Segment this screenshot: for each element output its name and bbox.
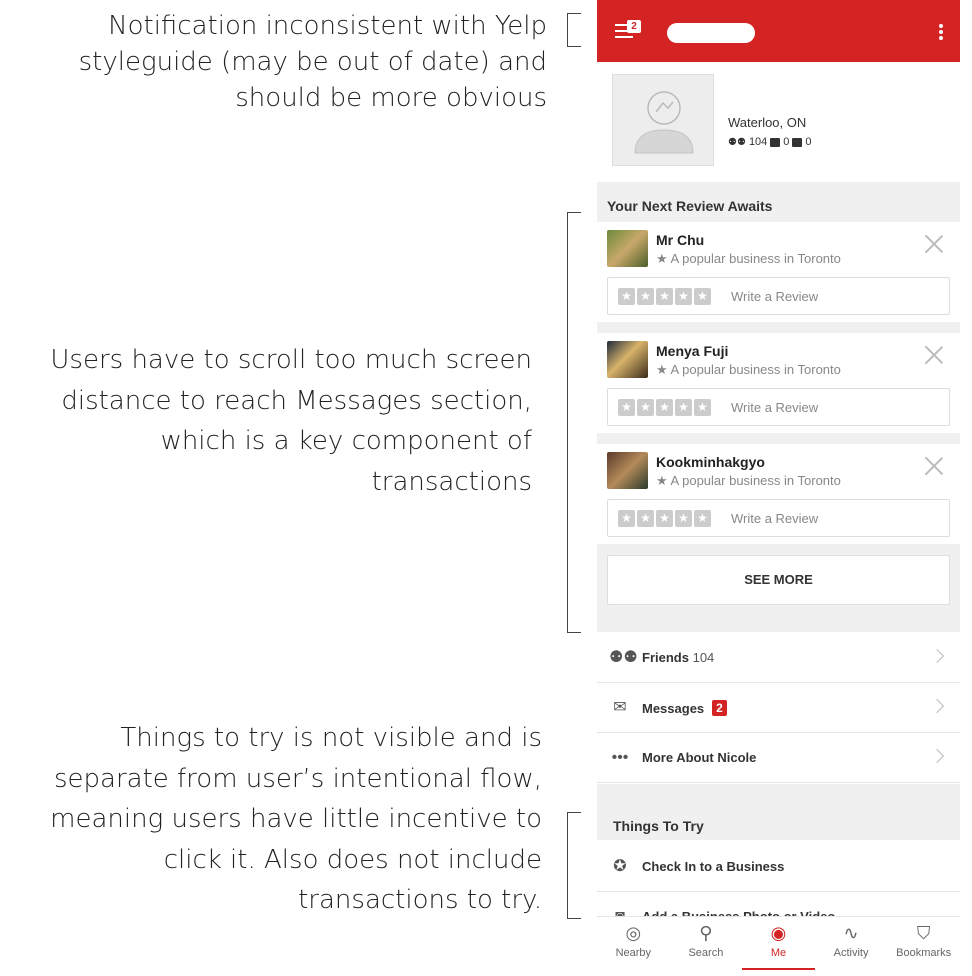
check-in-row[interactable]: ✪ Check In to a Business	[597, 842, 960, 892]
envelope-icon: ✉	[613, 699, 627, 716]
tab-me[interactable]: ◉ Me	[742, 917, 815, 976]
annotation-line: click it. Also does not include	[163, 844, 542, 875]
close-icon[interactable]	[924, 345, 944, 365]
ellipsis-icon: •••	[611, 749, 629, 766]
business-subtitle: ★ A popular business in Toronto	[656, 362, 841, 377]
friends-row[interactable]: ⚉⚉ Friends 104	[597, 633, 960, 683]
avatar[interactable]	[612, 74, 714, 166]
annotation-bracket	[567, 812, 581, 919]
profile-location: Waterloo, ON	[728, 115, 807, 130]
annotation-line: transactions	[371, 466, 532, 497]
business-name[interactable]: Kookminhakgyo	[656, 454, 765, 470]
reviews-count: 0	[783, 136, 790, 148]
annotation-line: separate from user’s intentional flow,	[53, 763, 542, 794]
review-section-title: Your Next Review Awaits	[607, 198, 773, 214]
annotation-bracket	[567, 212, 581, 633]
annotation-line: should be more obvious	[235, 83, 547, 113]
annotation-line: which is a key component of	[160, 426, 532, 456]
messages-label: Messages 2	[642, 700, 727, 716]
star-rating[interactable]: ★ ★ ★ ★ ★	[618, 399, 711, 416]
chevron-right-icon	[929, 648, 945, 664]
annotation-line: styleguide (may be out of date) and	[78, 47, 547, 77]
write-review-field[interactable]: ★ ★ ★ ★ ★ Write a Review	[607, 388, 950, 426]
business-thumbnail[interactable]	[607, 452, 648, 489]
annotation-bracket	[567, 13, 581, 47]
business-card[interactable]: Mr Chu ★ A popular business in Toronto ★…	[597, 222, 960, 322]
things-to-try-section: Things To Try	[597, 784, 960, 840]
write-review-label: Write a Review	[731, 400, 819, 415]
bookmark-icon: ⛉	[916, 923, 931, 943]
close-icon[interactable]	[924, 234, 944, 254]
things-to-try-title: Things To Try	[613, 818, 704, 834]
photos-icon	[792, 137, 803, 147]
tab-activity[interactable]: ∿ Activity	[815, 917, 888, 976]
user-icon: ◉	[770, 923, 787, 943]
business-name[interactable]: Mr Chu	[656, 232, 704, 248]
app-header: 2	[597, 0, 960, 62]
friends-count: 104	[748, 136, 768, 148]
check-badge-icon: ✪	[613, 858, 627, 875]
write-review-label: Write a Review	[731, 289, 819, 304]
tab-nearby[interactable]: ◎ Nearby	[597, 917, 670, 976]
annotation-line: transactions to try.	[298, 885, 542, 915]
annotation-line: Notification inconsistent with Yelp	[108, 11, 547, 41]
write-review-field[interactable]: ★ ★ ★ ★ ★ Write a Review	[607, 499, 950, 537]
business-card[interactable]: Kookminhakgyo ★ A popular business in To…	[597, 444, 960, 544]
check-in-label: Check In to a Business	[642, 859, 785, 874]
friends-label: Friends 104	[642, 650, 715, 665]
annotation-line: Users have to scroll too much screen	[50, 345, 532, 375]
phone-screen: 2 Waterloo, ON ⚉⚉ 104 0 0 Your Next Revi…	[597, 0, 960, 976]
business-thumbnail[interactable]	[607, 230, 648, 267]
photos-count: 0	[805, 136, 812, 148]
reviews-icon	[770, 137, 781, 147]
bottom-tab-bar: ◎ Nearby ⚲ Search ◉ Me ∿ Activity ⛉ Book…	[597, 916, 960, 976]
chevron-right-icon	[929, 748, 945, 764]
more-about-row[interactable]: ••• More About Nicole	[597, 733, 960, 783]
user-name-redacted	[667, 23, 755, 43]
tab-search[interactable]: ⚲ Search	[670, 917, 743, 976]
messages-row[interactable]: ✉ Messages 2	[597, 683, 960, 733]
notification-badge[interactable]: 2	[627, 20, 641, 33]
write-review-field[interactable]: ★ ★ ★ ★ ★ Write a Review	[607, 277, 950, 315]
business-subtitle: ★ A popular business in Toronto	[656, 251, 841, 266]
friends-icon: ⚉⚉	[728, 136, 746, 148]
write-review-label: Write a Review	[731, 511, 819, 526]
messages-badge: 2	[712, 700, 727, 716]
profile-header: Waterloo, ON ⚉⚉ 104 0 0	[597, 62, 960, 182]
annotation-things-to-try: Things to try is not visible and is sepa…	[50, 718, 542, 921]
annotation-scroll: Users have to scroll too much screen dis…	[50, 340, 532, 502]
business-name[interactable]: Menya Fuji	[656, 343, 728, 359]
search-icon: ⚲	[699, 923, 713, 943]
business-thumbnail[interactable]	[607, 341, 648, 378]
see-more-button[interactable]: SEE MORE	[607, 555, 950, 605]
more-options-icon[interactable]	[936, 24, 946, 44]
star-rating[interactable]: ★ ★ ★ ★ ★	[618, 510, 711, 527]
business-card[interactable]: Menya Fuji ★ A popular business in Toron…	[597, 333, 960, 433]
chevron-right-icon	[929, 698, 945, 714]
friends-icon: ⚉⚉	[609, 649, 638, 666]
annotation-notification: Notification inconsistent with Yelp styl…	[79, 8, 547, 116]
compass-icon: ◎	[625, 923, 642, 943]
annotation-line: meaning users have little incentive to	[50, 804, 542, 834]
star-rating[interactable]: ★ ★ ★ ★ ★	[618, 288, 711, 305]
annotation-line: distance to reach Messages section,	[61, 385, 532, 416]
activity-icon: ∿	[843, 923, 859, 943]
more-about-label: More About Nicole	[642, 750, 757, 765]
tab-bookmarks[interactable]: ⛉ Bookmarks	[887, 917, 960, 976]
profile-stats: ⚉⚉ 104 0 0	[728, 136, 812, 148]
business-subtitle: ★ A popular business in Toronto	[656, 473, 841, 488]
annotation-line: Things to try is not visible and is	[120, 723, 542, 753]
close-icon[interactable]	[924, 456, 944, 476]
